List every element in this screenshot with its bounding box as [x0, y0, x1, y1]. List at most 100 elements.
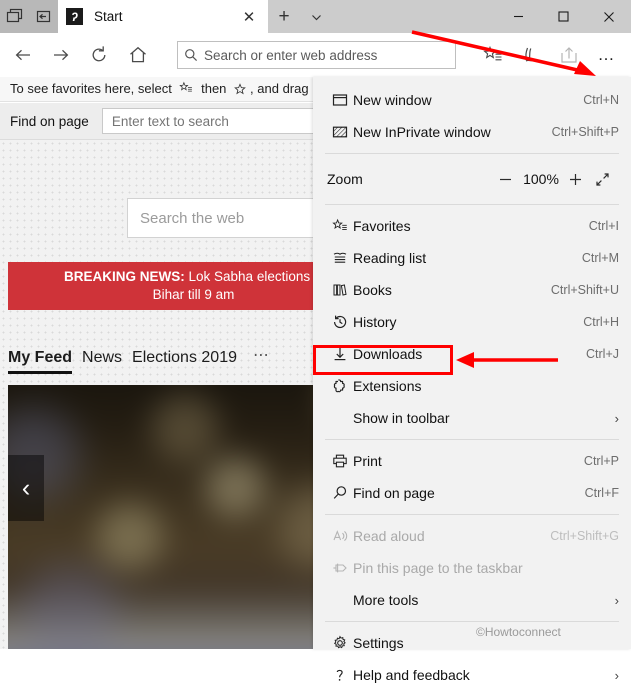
menu-item-accelerator: Ctrl+M: [581, 251, 619, 265]
find-input-placeholder: Enter text to search: [111, 113, 229, 129]
favorites-hint-part1: To see favorites here, select: [10, 80, 172, 96]
menu-item-label: Extensions: [353, 378, 422, 394]
web-note-pen-icon[interactable]: [516, 40, 546, 70]
search-icon: [327, 485, 353, 501]
menu-item-accelerator: Ctrl+I: [588, 219, 619, 233]
menu-separator: [325, 153, 619, 154]
menu-item-accelerator: Ctrl+N: [583, 93, 619, 107]
books-icon: [327, 282, 353, 298]
menu-item-find-on-page[interactable]: Find on page Ctrl+F: [313, 477, 631, 509]
reading-list-icon: [327, 250, 353, 266]
zoom-level-value: 100%: [523, 171, 559, 187]
menu-item-label: Books: [353, 282, 392, 298]
favorites-icon: [327, 218, 353, 234]
menu-item-accelerator: Ctrl+Shift+G: [550, 529, 619, 543]
watermark: ©Howtoconnect: [476, 625, 561, 639]
web-search-placeholder: Search the web: [140, 209, 245, 227]
zoom-in-button[interactable]: [563, 172, 587, 187]
menu-item-accelerator: Ctrl+Shift+U: [550, 283, 619, 297]
fullscreen-icon[interactable]: [587, 172, 617, 187]
menu-item-label: Find on page: [353, 485, 435, 501]
annotation-highlight-extensions: [313, 345, 453, 375]
menu-item-reading-list[interactable]: Reading list Ctrl+M: [313, 242, 631, 274]
menu-item-favorites[interactable]: Favorites Ctrl+I: [313, 210, 631, 242]
menu-item-accelerator: Ctrl+F: [584, 486, 619, 500]
extensions-puzzle-icon: [327, 378, 353, 394]
menu-item-label: Favorites: [353, 218, 411, 234]
chevron-right-icon: ›: [614, 592, 619, 608]
menu-item-more-tools[interactable]: More tools ›: [313, 584, 631, 616]
refresh-icon[interactable]: [84, 40, 114, 70]
breaking-news-label: BREAKING NEWS:: [64, 269, 185, 284]
menu-item-books[interactable]: Books Ctrl+Shift+U: [313, 274, 631, 306]
menu-item-label: Show in toolbar: [353, 410, 450, 426]
menu-item-help-and-feedback[interactable]: Help and feedback ›: [313, 659, 631, 691]
zoom-out-button[interactable]: [491, 172, 519, 187]
chevron-right-icon: ›: [614, 410, 619, 426]
menu-item-settings[interactable]: Settings: [313, 627, 631, 659]
new-tab-button[interactable]: +: [271, 4, 297, 30]
set-tabs-aside-icon[interactable]: [34, 7, 54, 27]
menu-separator: [325, 514, 619, 515]
read-aloud-icon: [327, 528, 353, 544]
navigation-toolbar: Search or enter web address …: [0, 33, 631, 106]
more-button[interactable]: …: [590, 40, 624, 70]
favorites-star-list-icon: [179, 81, 193, 98]
feed-tab-elections-2019[interactable]: Elections 2019: [132, 349, 237, 374]
maximize-window-button[interactable]: [541, 0, 586, 33]
chevron-down-icon[interactable]: [303, 4, 329, 30]
favorites-star-list-icon[interactable]: [478, 40, 508, 70]
menu-item-label: New window: [353, 92, 432, 108]
star-icon: [234, 82, 246, 98]
tab-favicon-icon: ʔ: [66, 8, 83, 25]
menu-item-accelerator: Ctrl+J: [586, 347, 619, 361]
back-icon[interactable]: [8, 40, 38, 70]
address-bar[interactable]: Search or enter web address: [177, 41, 456, 69]
menu-item-label: History: [353, 314, 397, 330]
forward-icon[interactable]: [46, 40, 76, 70]
search-icon: [178, 48, 204, 62]
hero-previous-button[interactable]: ‹: [8, 455, 44, 521]
zoom-label: Zoom: [327, 171, 363, 187]
menu-item-label: More tools: [353, 592, 419, 608]
menu-item-pin-to-taskbar: Pin this page to the taskbar: [313, 552, 631, 584]
menu-separator: [325, 204, 619, 205]
close-tab-icon[interactable]: ✕: [238, 6, 260, 28]
chevron-right-icon: ›: [614, 667, 619, 683]
menu-item-read-aloud: Read aloud Ctrl+Shift+G: [313, 520, 631, 552]
menu-item-label: Print: [353, 453, 382, 469]
menu-item-new-window[interactable]: New window Ctrl+N: [313, 84, 631, 116]
menu-item-print[interactable]: Print Ctrl+P: [313, 445, 631, 477]
find-on-page-label: Find on page: [10, 113, 89, 129]
favorites-bar-hint: To see favorites here, select then , and…: [10, 81, 309, 98]
new-window-icon: [327, 92, 353, 108]
tab-title: Start: [94, 9, 123, 24]
menu-item-label: New InPrivate window: [353, 124, 491, 140]
favorites-hint-part3: , and drag: [250, 80, 309, 96]
menu-zoom-row: Zoom 100%: [313, 159, 631, 199]
menu-item-label: Reading list: [353, 250, 427, 266]
menu-item-history[interactable]: History Ctrl+H: [313, 306, 631, 338]
menu-item-label: Pin this page to the taskbar: [353, 560, 523, 576]
menu-item-new-inprivate-window[interactable]: New InPrivate window Ctrl+Shift+P: [313, 116, 631, 148]
title-bar: ʔ Start ✕ +: [0, 0, 631, 33]
printer-icon: [327, 453, 353, 469]
tab-overview-icon[interactable]: [5, 7, 25, 27]
pin-icon: [327, 560, 353, 576]
menu-item-show-in-toolbar[interactable]: Show in toolbar ›: [313, 402, 631, 434]
browser-tab-start[interactable]: ʔ Start ✕: [58, 0, 268, 33]
inprivate-window-icon: [327, 124, 353, 140]
feed-tab-my-feed[interactable]: My Feed: [8, 349, 73, 374]
minimize-window-button[interactable]: [496, 0, 541, 33]
menu-item-label: Help and feedback: [353, 667, 470, 683]
tab-tools-group: [0, 0, 58, 33]
feed-tab-news[interactable]: News: [82, 349, 122, 374]
address-bar-placeholder: Search or enter web address: [204, 47, 378, 63]
menu-separator: [325, 621, 619, 622]
history-icon: [327, 314, 353, 330]
favorites-hint-part2: then: [201, 80, 227, 96]
feed-tabs-overflow-icon[interactable]: ⋯: [253, 345, 270, 374]
menu-item-accelerator: Ctrl+Shift+P: [551, 125, 619, 139]
home-icon[interactable]: [123, 40, 153, 70]
close-window-button[interactable]: [586, 0, 631, 33]
